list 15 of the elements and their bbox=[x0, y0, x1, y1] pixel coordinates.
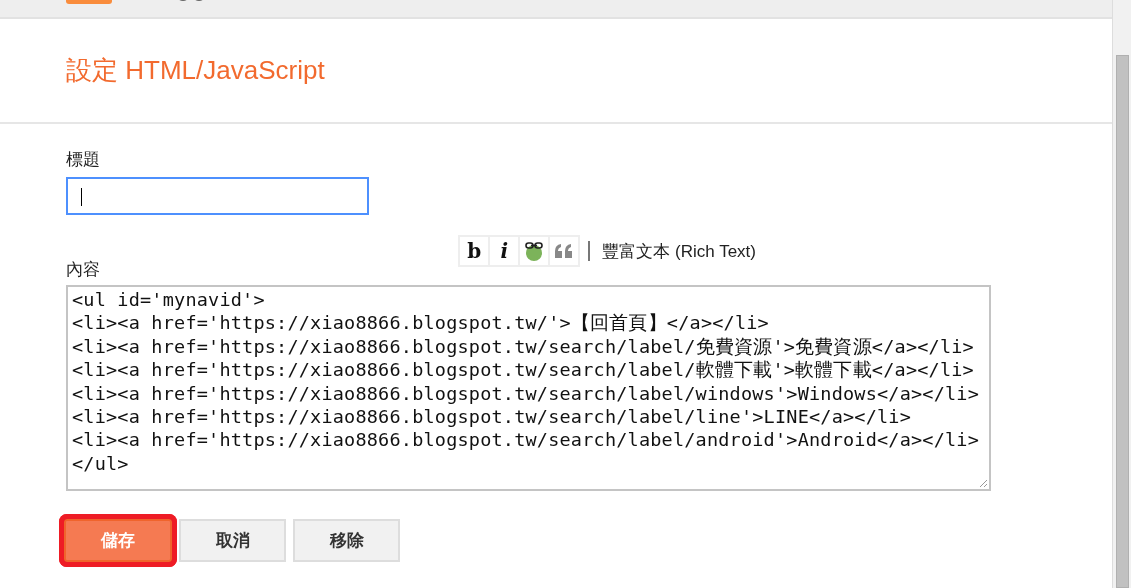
bold-button[interactable]: b bbox=[460, 237, 489, 265]
rich-text-link[interactable]: 豐富文本 (Rich Text) bbox=[602, 239, 756, 263]
scrollbar-thumb[interactable] bbox=[1116, 55, 1129, 588]
link-icon bbox=[523, 240, 546, 262]
field-label: 內容 bbox=[66, 258, 100, 281]
remove-button[interactable]: 移除 bbox=[293, 519, 400, 562]
field-label: 標題 bbox=[66, 148, 100, 171]
code-field[interactable]: <ul id='mynavid'> <li><a href='https://xiao8866.blogspot.tw/'>【回首頁】</a></li> <li><a href='https://xiao8866.blogspot.tw/search/label/免費資源'>免費資源</a></li> <li><a href='https://xiao8866.blogspot.tw/search/label/軟體下載'>軟體下載</a></li> <li><a href='https://xiao8866.blogspot.tw/search/label/windows'>Windows</a></li> <li><a href='https://xiao8866.blogspot.tw/search/label/line'>LINE</a></li> <li><a href='https://xiao8866.blogspot.tw/search/label/android'>Android</a></li> </ul> bbox=[66, 285, 991, 491]
quote-icon bbox=[554, 243, 575, 259]
resize-handle-icon[interactable] bbox=[979, 479, 988, 488]
dialog-title: 設定 HTML/JavaScript bbox=[66, 54, 325, 87]
cancel-button[interactable]: 取消 bbox=[179, 519, 286, 562]
link-button[interactable] bbox=[520, 237, 549, 265]
italic-button[interactable]: i bbox=[490, 237, 519, 265]
title-field[interactable] bbox=[66, 177, 369, 215]
